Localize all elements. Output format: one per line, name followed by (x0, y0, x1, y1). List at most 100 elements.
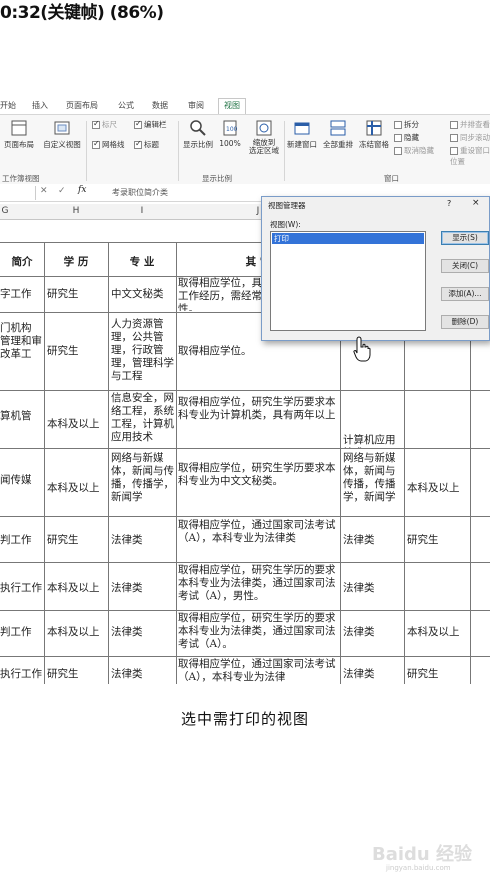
table-cell[interactable]: 执行工作 (0, 668, 44, 681)
sync-scroll-toggle[interactable]: 同步滚动 (450, 132, 490, 143)
show-button[interactable]: 显示(S) (441, 231, 489, 245)
zoom-to-selection-button[interactable]: 缩放到 选定区域 (246, 119, 282, 155)
table-cell[interactable]: 算机管 (0, 410, 44, 423)
tab-view[interactable]: 视图 (218, 98, 246, 114)
tab-home[interactable]: 开始 (0, 100, 16, 111)
table-cell[interactable]: 本科及以上 (47, 582, 107, 595)
table-cell[interactable]: 字工作 (0, 288, 44, 301)
table-cell[interactable]: 研究生 (47, 534, 107, 547)
header-major: 专 业 (129, 256, 155, 268)
table-cell[interactable]: 法律类 (343, 626, 403, 639)
table-cell[interactable]: 取得相应学位，研究生学历要求本科专业为计算机类，具有两年以上 (178, 396, 338, 438)
arrange-all-button[interactable]: 全部重排 (322, 119, 354, 150)
split-label: 拆分 (404, 120, 419, 129)
table-cell[interactable]: 研究生 (407, 668, 469, 681)
table-cell[interactable]: 取得相应学位，通过国家司法考试（A），本科专业为法律 (178, 658, 338, 686)
table-cell[interactable]: 本科及以上 (407, 626, 469, 639)
table-cell[interactable]: 法律类 (343, 668, 403, 681)
zoom-button[interactable]: 显示比例 (182, 119, 214, 150)
table-cell[interactable]: 法律类 (343, 582, 403, 595)
cancel-formula-icon[interactable]: ✕ (40, 186, 48, 196)
reset-window-toggle[interactable]: 重设窗口位置 (450, 145, 490, 167)
headings-label: 标题 (144, 140, 159, 149)
table-cell[interactable]: 本科及以上 (47, 482, 107, 495)
arrange-all-label: 全部重排 (323, 140, 353, 149)
ribbon: 页面布局 自定义视图 标尺 编辑栏 网格线 标题 显示比例 100 100% 缩… (0, 114, 490, 186)
freeze-panes-button[interactable]: 冻结窗格 (358, 119, 390, 150)
table-cell[interactable]: 法律类 (111, 534, 175, 547)
side-by-side-toggle[interactable]: 并排查看 (450, 119, 490, 130)
watermark-sub: jingyan.baidu.com (386, 864, 451, 872)
add-button[interactable]: 添加(A)... (441, 287, 489, 301)
gridlines-check-icon (92, 139, 100, 149)
views-list[interactable]: 打印 (270, 231, 426, 331)
table-cell[interactable]: 法律类 (111, 582, 175, 595)
table-cell[interactable]: 研究生 (47, 345, 107, 358)
table-cell[interactable]: 取得相应学位，研究生学历的要求本科专业为法律类，通过国家司法考试（A）。 (178, 612, 338, 656)
new-window-button[interactable]: 新建窗口 (286, 119, 318, 150)
header-education: 学 历 (63, 256, 89, 268)
headings-checkbox[interactable]: 标题 (134, 139, 159, 150)
help-icon[interactable]: ? (447, 199, 451, 208)
table-cell[interactable]: 本科及以上 (47, 418, 107, 431)
side-by-side-label: 并排查看 (460, 120, 490, 129)
tab-formulas[interactable]: 公式 (118, 100, 134, 111)
table-cell[interactable]: 研究生 (47, 668, 107, 681)
table-cell[interactable]: 门机构 管理和审 改革工 (0, 322, 44, 361)
fx-icon[interactable]: fx (78, 185, 86, 195)
close-icon[interactable]: × (472, 198, 480, 208)
unhide-icon (394, 147, 402, 155)
hide-icon (394, 134, 402, 142)
timestamp-overlay: 0:32(关键帧) (86%) (0, 3, 164, 23)
table-cell[interactable]: 法律类 (111, 668, 175, 681)
split-toggle[interactable]: 拆分 (394, 119, 419, 130)
table-cell[interactable]: 研究生 (47, 288, 107, 301)
table-cell[interactable]: 执行工作 (0, 582, 44, 595)
custom-view-button[interactable]: 自定义视图 (42, 119, 82, 150)
table-cell[interactable]: 判工作 (0, 534, 44, 547)
page-layout-button[interactable]: 页面布局 (2, 119, 36, 150)
table-cell[interactable]: 判工作 (0, 626, 44, 639)
table-cell[interactable]: 闻传媒 (0, 474, 44, 487)
table-cell[interactable]: 取得相应学位。 (178, 345, 338, 358)
col-header-i[interactable]: I (108, 206, 176, 216)
table-cell[interactable]: 取得相应学位，通过国家司法考试（A），本科专业为法律类 (178, 519, 338, 549)
table-cell[interactable]: 中文文秘类 (111, 288, 175, 301)
table-cell[interactable]: 取得相应学位，研究生学历的要求本科专业为法律类，通过国家司法考试（A），男性。 (178, 564, 338, 608)
delete-button[interactable]: 删除(D) (441, 315, 489, 329)
table-cell[interactable]: 网络与新媒体，新闻与传播，传播学，新闻学 (343, 452, 403, 514)
close-button[interactable]: 关闭(C) (441, 259, 489, 273)
col-header-g[interactable]: G (0, 206, 10, 216)
custom-view-label: 自定义视图 (43, 140, 81, 149)
tab-data[interactable]: 数据 (152, 100, 168, 111)
tab-review[interactable]: 审阅 (188, 100, 204, 111)
hide-toggle[interactable]: 隐藏 (394, 132, 419, 143)
view-list-item-print[interactable]: 打印 (272, 233, 424, 244)
table-cell[interactable]: 法律类 (111, 626, 175, 639)
name-box[interactable] (0, 186, 36, 200)
table-cell[interactable]: 法律类 (343, 534, 403, 547)
table-cell[interactable]: 信息安全，网络工程，系统工程，计算机应用技术 (111, 392, 175, 448)
confirm-formula-icon[interactable]: ✓ (58, 186, 66, 196)
page-layout-label: 页面布局 (4, 140, 34, 149)
formula-bar-check-icon (134, 119, 142, 129)
views-list-label: 视图(W): (270, 220, 301, 229)
ruler-checkbox[interactable]: 标尺 (92, 119, 117, 130)
table-cell[interactable]: 本科及以上 (407, 482, 469, 495)
zoom-selection-label: 缩放到 选定区域 (249, 138, 279, 155)
formula-input[interactable]: 考录职位简介类 (112, 187, 168, 198)
table-cell[interactable]: 取得相应学位，研究生学历要求本科专业为中文文秘类。 (178, 462, 338, 492)
unhide-toggle[interactable]: 取消隐藏 (394, 145, 434, 156)
table-cell[interactable]: 计算机应用技术 (343, 434, 403, 448)
freeze-panes-icon (366, 120, 382, 136)
tab-insert[interactable]: 插入 (32, 100, 48, 111)
col-header-h[interactable]: H (44, 206, 108, 216)
table-cell[interactable]: 人力资源管理，公共管理，行政管理，管理科学与工程 (111, 318, 175, 388)
table-cell[interactable]: 网络与新媒体，新闻与传播，传播学，新闻学 (111, 452, 175, 514)
table-cell[interactable]: 研究生 (407, 534, 469, 547)
zoom-100-button[interactable]: 100 100% (216, 119, 244, 148)
formula-bar-checkbox[interactable]: 编辑栏 (134, 119, 167, 130)
tab-page-layout[interactable]: 页面布局 (66, 100, 98, 111)
gridlines-checkbox[interactable]: 网格线 (92, 139, 125, 150)
table-cell[interactable]: 本科及以上 (47, 626, 107, 639)
